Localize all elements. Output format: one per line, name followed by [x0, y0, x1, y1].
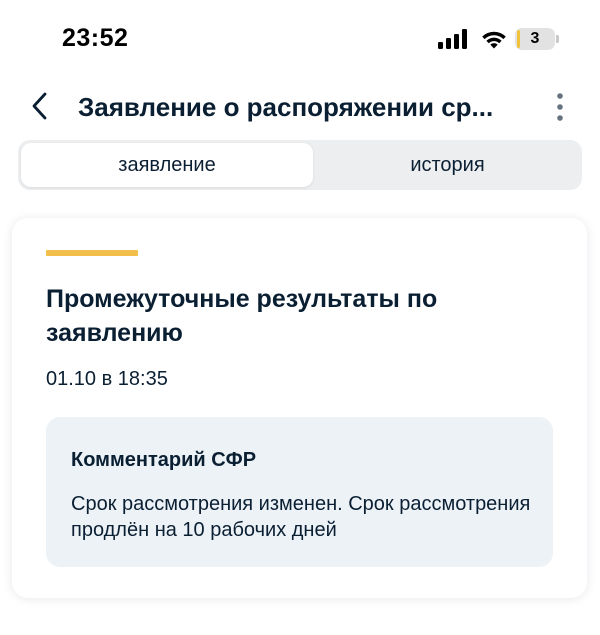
tab-application[interactable]: заявление: [21, 143, 313, 187]
wifi-icon: [482, 31, 506, 49]
battery-cap: [556, 35, 559, 43]
status-bar: 23:52 3: [0, 0, 600, 80]
comment-text: Срок рассмотрения изменен. Срок рассмотр…: [71, 493, 531, 541]
battery-level: 3: [530, 30, 540, 47]
battery-body: 3: [515, 28, 555, 50]
tab-history[interactable]: история: [316, 143, 579, 187]
page-title: Заявление о распоряжении ср...: [78, 92, 494, 122]
card-title: Промежуточные результаты по заявлению: [46, 285, 438, 347]
more-vertical-icon[interactable]: [550, 90, 570, 124]
comment-heading: Комментарий СФР: [71, 449, 257, 471]
cellular-signal-icon: [438, 29, 467, 49]
result-card: Промежуточные результаты по заявлению 01…: [12, 218, 587, 598]
card-date: 01.10 в 18:35: [46, 368, 168, 390]
chevron-left-icon[interactable]: [28, 90, 52, 122]
accent-bar: [46, 250, 138, 256]
comment-box: Комментарий СФР Срок рассмотрения измене…: [46, 417, 553, 567]
status-time: 23:52: [62, 24, 129, 52]
segmented-tabs: заявление история: [18, 140, 582, 190]
battery-icon: 3: [515, 28, 559, 50]
